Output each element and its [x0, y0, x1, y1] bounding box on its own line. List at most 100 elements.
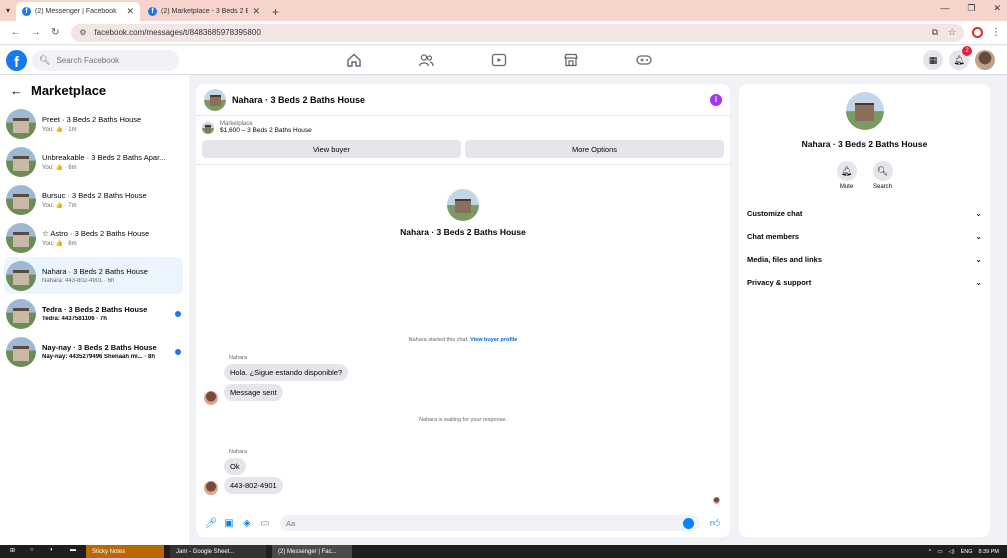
message-input[interactable]	[286, 518, 683, 528]
taskbar-chrome-messenger[interactable]: (2) Messenger | Fac...	[272, 545, 352, 558]
tab-marketplace[interactable]: f (2) Marketplace - 3 Beds 2 Bath ✕	[142, 2, 266, 21]
home-icon[interactable]	[346, 53, 362, 67]
photo-icon[interactable]: ▣	[223, 517, 235, 529]
close-tab-icon[interactable]: ✕	[252, 6, 260, 17]
system-tray: ^ ▭ ◁) ENG 8:39 PM	[929, 545, 999, 558]
marketplace-icon[interactable]	[563, 53, 579, 67]
more-options-button[interactable]: More Options	[465, 140, 724, 158]
chat-avatar[interactable]	[204, 88, 226, 111]
message-bubble[interactable]: Message sent	[224, 384, 283, 401]
conversation-preview: You: 👍 · 1m	[42, 126, 77, 133]
notifications-bell-icon[interactable]: 🔔︎ 2	[949, 46, 972, 70]
profile-avatar[interactable]	[447, 189, 479, 221]
details-avatar[interactable]	[845, 92, 884, 130]
new-tab-button[interactable]: +	[272, 2, 279, 21]
view-buyer-profile-link[interactable]: View buyer profile	[470, 337, 517, 343]
sticker-icon[interactable]: ◈	[241, 517, 253, 529]
search-in-chat-button[interactable]: 🔍︎ Search	[872, 161, 893, 190]
conversation-item[interactable]: Preet · 3 Beds 2 Baths House You: 👍 · 1m	[4, 105, 183, 142]
details-name: Nahara · 3 Beds 2 Baths House	[801, 139, 928, 149]
customize-chat-section[interactable]: Customize chat ⌄	[739, 202, 990, 225]
facebook-header: f 🔍︎ ▦ 🔔︎ 2	[0, 46, 1007, 75]
friends-icon[interactable]	[418, 53, 434, 67]
tab-search-icon[interactable]: ▾	[0, 0, 16, 21]
message-bubble[interactable]: 443-802-4901	[224, 477, 283, 494]
url-text[interactable]: facebook.com/messages/t/8483685978395800	[94, 28, 921, 37]
listing-thumbnail	[6, 336, 36, 367]
message-bubble[interactable]: Ok	[224, 458, 246, 475]
taskbar-sticky-notes[interactable]: Sticky Notes	[86, 545, 164, 558]
marketplace-conversations-panel: ← Marketplace Preet · 3 Beds 2 Baths Hou…	[0, 75, 189, 545]
network-icon[interactable]: ▭	[937, 549, 942, 555]
chat-title[interactable]: Nahara · 3 Beds 2 Baths House	[232, 95, 710, 105]
view-buyer-button[interactable]: View buyer	[202, 140, 461, 158]
video-icon[interactable]	[491, 53, 507, 67]
extension-icon[interactable]	[972, 27, 983, 38]
listing-summary[interactable]: Marketplace $1,600 – 3 Beds 2 Baths Hous…	[196, 116, 730, 136]
language-indicator[interactable]: ENG	[961, 549, 973, 555]
conversation-item[interactable]: Nay-nay · 3 Beds 2 Baths House Nay-nay: …	[4, 333, 183, 370]
listing-thumbnail	[6, 222, 36, 253]
media-files-links-section[interactable]: Media, files and links ⌄	[739, 248, 990, 271]
conversation-item[interactable]: ☆ Astro · 3 Beds 2 Baths House You: 👍 · …	[4, 219, 183, 256]
taskbar-search-icon[interactable]: ○	[30, 547, 40, 557]
clock[interactable]: 8:39 PM	[979, 549, 999, 555]
bookmark-star-icon[interactable]: ☆	[948, 27, 956, 38]
listing-thumbnail	[6, 146, 36, 177]
forward-icon[interactable]: →	[26, 27, 46, 38]
menu-grid-icon[interactable]: ▦	[923, 50, 943, 70]
edge-icon[interactable]: ◐	[50, 547, 60, 557]
minimize-icon[interactable]: —	[940, 3, 949, 14]
taskbar-chrome-sheets[interactable]: Jam - Google Sheet...	[170, 545, 266, 558]
windows-taskbar: ⊞ ○ ◐ ▬ Sticky Notes Jam - Google Sheet.…	[0, 545, 1007, 558]
search-icon: 🔍︎	[872, 161, 893, 181]
tab-messenger[interactable]: f (2) Messenger | Facebook ✕	[16, 2, 140, 21]
back-arrow-icon[interactable]: ←	[10, 83, 23, 98]
tray-chevron-icon[interactable]: ^	[929, 549, 932, 555]
close-window-icon[interactable]: ✕	[993, 3, 1001, 14]
file-explorer-icon[interactable]: ▬	[70, 547, 80, 557]
microphone-icon[interactable]: 🎤︎	[205, 517, 218, 529]
chrome-menu-icon[interactable]: ⋮	[991, 27, 1001, 38]
info-icon[interactable]: i	[710, 93, 722, 106]
privacy-support-section[interactable]: Privacy & support ⌄	[739, 271, 990, 294]
gif-icon[interactable]: ▭	[259, 517, 271, 529]
chat-members-section[interactable]: Chat members ⌄	[739, 225, 990, 248]
facebook-favicon-icon: f	[22, 7, 31, 16]
message-bubble[interactable]: Hola. ¿Sigue estando disponible?	[224, 364, 349, 381]
install-icon[interactable]: ⧉	[932, 27, 938, 38]
profile-name: Nahara · 3 Beds 2 Baths House	[400, 227, 526, 237]
mute-button[interactable]: 🔔︎ Mute	[836, 161, 857, 190]
section-label: Privacy & support	[747, 278, 812, 287]
started-text: Nahara started this chat.	[408, 337, 469, 343]
close-tab-icon[interactable]: ✕	[126, 6, 134, 17]
emoji-icon[interactable]	[683, 517, 694, 529]
message-thread: Nahara · 3 Beds 2 Baths House Nahara sta…	[196, 164, 730, 509]
conversation-item[interactable]: Unbreakable · 3 Beds 2 Baths Apar... You…	[4, 143, 183, 180]
windows-start-icon[interactable]: ⊞	[10, 547, 20, 557]
taskbar-app-label: Sticky Notes	[92, 548, 126, 555]
conversation-item[interactable]: Tedra · 3 Beds 2 Baths House Tedra: 4437…	[4, 295, 183, 332]
mute-label: Mute	[839, 184, 854, 190]
section-label: Chat members	[747, 232, 800, 241]
conversation-item[interactable]: Bursuc · 3 Beds 2 Baths House You: 👍 · 7…	[4, 181, 183, 218]
restore-icon[interactable]: ❐	[967, 3, 975, 14]
facebook-favicon-icon: f	[148, 7, 157, 16]
tab-title: (2) Marketplace - 3 Beds 2 Bath	[161, 8, 249, 15]
address-bar[interactable]: ⚙ facebook.com/messages/t/84836859783958…	[71, 23, 965, 42]
tab-title: (2) Messenger | Facebook	[35, 8, 117, 15]
sender-avatar[interactable]	[204, 391, 218, 405]
reload-icon[interactable]: ↻	[46, 27, 66, 38]
site-info-icon[interactable]: ⚙	[79, 28, 86, 37]
volume-icon[interactable]: ◁)	[949, 549, 955, 555]
back-icon[interactable]: ←	[6, 27, 26, 38]
conversation-item-active[interactable]: Nahara · 3 Beds 2 Baths House Nahara: 44…	[4, 257, 183, 294]
chat-started-notice: Nahara started this chat. View buyer pro…	[196, 337, 730, 343]
chevron-down-icon: ⌄	[975, 209, 982, 218]
gaming-icon[interactable]	[636, 53, 652, 67]
message-input-box[interactable]	[280, 515, 700, 531]
thumbs-up-icon[interactable]: 👍︎	[709, 517, 721, 529]
sender-avatar[interactable]	[204, 481, 218, 495]
account-avatar[interactable]	[975, 50, 995, 70]
section-label: Customize chat	[747, 209, 803, 218]
